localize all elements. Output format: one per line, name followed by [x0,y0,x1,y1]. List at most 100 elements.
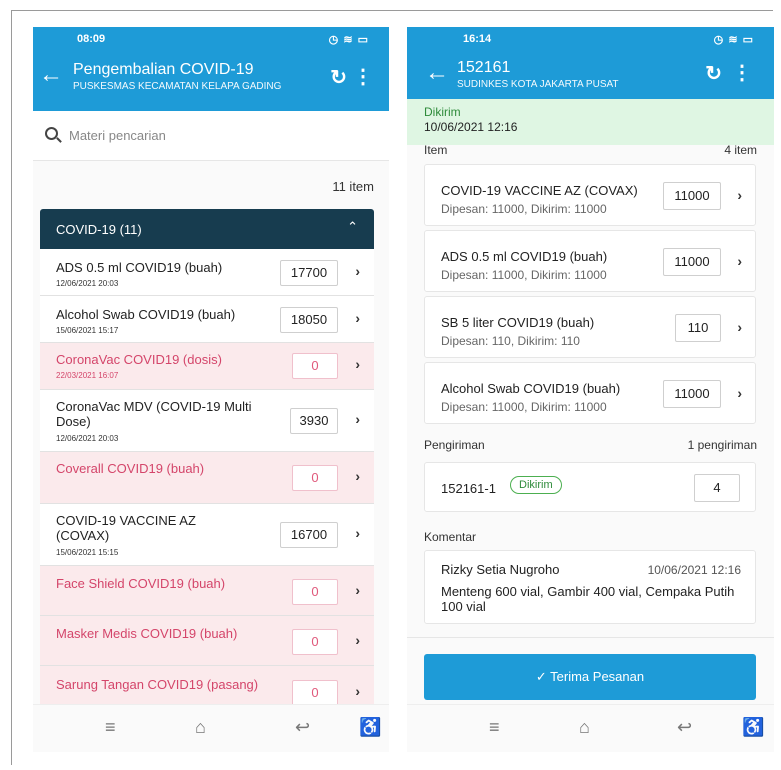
chevron-right-icon: › [355,582,360,598]
item-quantity[interactable]: 0 [292,465,338,491]
list-item[interactable]: Coverall COVID19 (buah) 0 › [40,452,374,504]
chevron-right-icon: › [737,385,742,401]
item-date: 15/06/2021 15:15 [56,548,119,557]
list-item[interactable]: COVID-19 VACCINE AZ (COVAX) 15/06/2021 1… [40,504,374,566]
refresh-icon[interactable]: ↻ [330,65,347,90]
chevron-right-icon: › [355,356,360,372]
status-bar: 08:09 ◷ ≋ ▭ [33,27,389,51]
item-quantity[interactable]: 0 [292,680,338,706]
frame-top-line [11,10,773,11]
app-bar: ← 152161 SUDINKES KOTA JAKARTA PUSAT ↻ ⋮ [407,51,774,99]
item-quantity[interactable]: 0 [292,579,338,605]
comments-label: Komentar [424,530,477,544]
item-quantity[interactable]: 3930 [290,408,338,434]
item-quantity[interactable]: 110 [675,314,721,342]
list-item[interactable]: ADS 0.5 ml COVID19 (buah) 12/06/2021 20:… [40,249,374,296]
refresh-icon[interactable]: ↻ [705,61,722,86]
item-quantity[interactable]: 11000 [663,182,721,210]
item-name: Alcohol Swab COVID19 (buah) [56,307,236,322]
chevron-right-icon: › [737,253,742,269]
system-nav-bar: ≡ ⌂ ↩ ♿ [33,704,389,752]
chevron-up-icon: ⌃ [347,219,358,234]
accessibility-icon[interactable]: ♿ [742,717,764,738]
items-count: 4 item [724,143,757,157]
more-vert-icon[interactable]: ⋮ [732,60,752,85]
back-icon[interactable]: ↩ [677,717,692,738]
list-item[interactable]: Alcohol Swab COVID19 (buah) 15/06/2021 1… [40,296,374,343]
status-time: 08:09 [77,33,106,45]
chevron-right-icon: › [355,263,360,279]
order-status-banner: Dikirim 10/06/2021 12:16 [407,99,774,145]
order-date: 10/06/2021 12:16 [424,120,518,134]
item-detail: Dipesan: 11000, Dikirim: 11000 [441,400,607,414]
more-vert-icon[interactable]: ⋮ [353,64,373,89]
back-arrow-icon[interactable]: ← [425,61,449,85]
item-name: CoronaVac COVID19 (dosis) [56,352,222,367]
items-section-header: Item 4 item [424,143,757,157]
item-name: Face Shield COVID19 (buah) [56,576,226,591]
app-bar: ← Pengembalian COVID-19 PUSKESMAS KECAMA… [33,51,389,111]
accept-order-button[interactable]: ✓ Terima Pesanan [424,654,756,700]
page-title: Pengembalian COVID-19 [73,61,254,78]
order-item-card[interactable]: COVID-19 VACCINE AZ (COVAX) Dipesan: 110… [424,164,756,226]
shipments-count: 1 pengiriman [687,438,757,452]
search-input[interactable] [69,123,369,147]
chevron-right-icon: › [355,468,360,484]
chevron-right-icon: › [355,632,360,648]
chevron-right-icon: › [355,411,360,427]
shipment-status-badge: Dikirim [510,476,562,494]
list-item[interactable]: Masker Medis COVID19 (buah) 0 › [40,616,374,666]
order-item-card[interactable]: SB 5 liter COVID19 (buah) Dipesan: 110, … [424,296,756,358]
item-date: 12/06/2021 20:03 [56,279,119,288]
status-icons: ◷ ≋ ▭ [713,34,754,46]
home-icon[interactable]: ⌂ [195,717,206,738]
item-quantity[interactable]: 11000 [663,380,721,408]
item-name: ADS 0.5 ml COVID19 (buah) [441,249,608,264]
item-name: SB 5 liter COVID19 (buah) [441,315,595,330]
item-name: COVID-19 VACCINE AZ (COVAX) [56,513,196,543]
order-item-card[interactable]: ADS 0.5 ml COVID19 (buah) Dipesan: 11000… [424,230,756,292]
item-quantity[interactable]: 0 [292,353,338,379]
back-icon[interactable]: ↩ [295,717,310,738]
group-header-covid[interactable]: COVID-19 (11) ⌃ [40,209,374,249]
chevron-right-icon: › [355,310,360,326]
item-name: Masker Medis COVID19 (buah) [56,626,238,641]
list-item[interactable]: CoronaVac COVID19 (dosis) 22/03/2021 16:… [40,343,374,390]
list-item[interactable]: Face Shield COVID19 (buah) 0 › [40,566,374,616]
order-status: Dikirim [424,105,461,119]
comments-section-header: Komentar [424,530,757,544]
search-bar [33,111,389,161]
item-date: 22/03/2021 16:07 [56,371,119,380]
item-quantity[interactable]: 18050 [280,307,338,333]
list-item[interactable]: CoronaVac MDV (COVID-19 Multi Dose) 12/0… [40,390,374,452]
back-arrow-icon[interactable]: ← [39,63,63,87]
item-name: Alcohol Swab COVID19 (buah) [441,381,621,396]
frame-left-line [11,10,12,765]
item-quantity[interactable]: 11000 [663,248,721,276]
item-name: Sarung Tangan COVID19 (pasang) [56,677,259,692]
chevron-right-icon: › [737,319,742,335]
item-quantity[interactable]: 0 [292,629,338,655]
phone-left: 08:09 ◷ ≋ ▭ ← Pengembalian COVID-19 PUSK… [33,27,389,752]
accessibility-icon[interactable]: ♿ [359,717,381,738]
menu-icon[interactable]: ≡ [105,717,116,738]
comment-card: Rizky Setia Nugroho 10/06/2021 12:16 Men… [424,550,756,624]
shipments-section-header: Pengiriman 1 pengiriman [424,438,757,452]
menu-icon[interactable]: ≡ [489,717,500,738]
shipment-id: 152161-1 [441,481,496,496]
order-item-card[interactable]: Alcohol Swab COVID19 (buah) Dipesan: 110… [424,362,756,424]
group-label: COVID-19 (11) [56,222,142,237]
item-date: 12/06/2021 20:03 [56,434,119,443]
shipment-quantity[interactable]: 4 [694,474,740,502]
item-quantity[interactable]: 16700 [280,522,338,548]
item-name: Coverall COVID19 (buah) [56,461,205,476]
status-time: 16:14 [463,33,492,45]
item-detail: Dipesan: 11000, Dikirim: 11000 [441,268,607,282]
chevron-right-icon: › [737,187,742,203]
item-quantity[interactable]: 17700 [280,260,338,286]
item-count-row: 11 item [33,161,389,207]
item-date: 15/06/2021 15:17 [56,326,119,335]
shipment-card[interactable]: 152161-1 Dikirim 4 [424,462,756,512]
home-icon[interactable]: ⌂ [579,717,590,738]
shipments-label: Pengiriman [424,438,485,452]
